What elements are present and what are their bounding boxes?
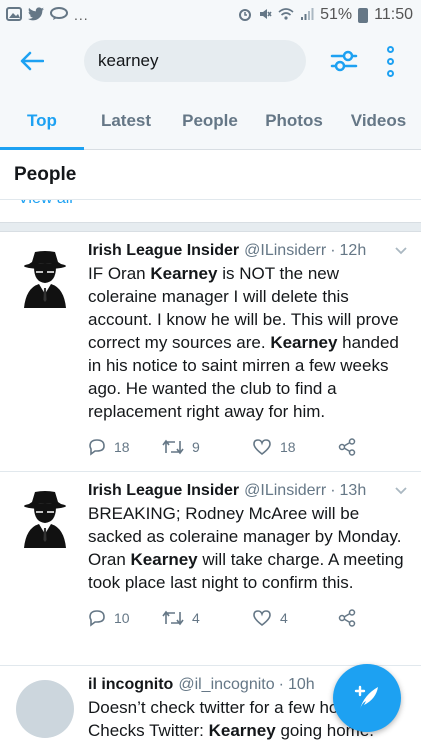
vertical-dot-icon [386, 57, 394, 65]
tab-photos[interactable]: Photos [252, 92, 336, 149]
tweet-card[interactable]: Irish League Insider @ILinsiderr · 12h I… [0, 232, 421, 472]
heart-icon [253, 439, 271, 456]
like-count: 4 [280, 610, 288, 626]
view-all-link[interactable]: View all [0, 200, 421, 222]
tab-videos[interactable]: Videos [336, 92, 421, 149]
share-button[interactable] [338, 609, 356, 627]
more-options-button[interactable] [380, 41, 400, 81]
like-button[interactable]: 4 [252, 609, 338, 627]
retweet-icon [162, 610, 184, 626]
tab-latest[interactable]: Latest [84, 92, 168, 149]
tweet-text: BREAKING; Rodney McAree will be sacked a… [88, 504, 404, 592]
like-button[interactable]: 18 [252, 438, 338, 456]
like-count: 18 [280, 439, 296, 455]
mute-icon [258, 7, 272, 24]
section-divider [0, 222, 421, 232]
twitter-bird-icon [28, 6, 44, 24]
tweet-actions: 18 9 18 [88, 423, 409, 471]
search-tabs: Top Latest People Photos Videos [0, 92, 421, 150]
gallery-icon [6, 6, 22, 24]
reply-button[interactable]: 10 [88, 609, 162, 627]
spy-silhouette-icon [24, 491, 66, 548]
author-name[interactable]: Irish League Insider [88, 482, 239, 500]
tweet-text: IF Oran Kearney is NOT the new coleraine… [88, 264, 399, 421]
author-name[interactable]: Irish League Insider [88, 242, 239, 260]
signal-icon [300, 7, 314, 24]
reply-icon [89, 439, 105, 456]
avatar[interactable] [16, 490, 74, 548]
tab-people[interactable]: People [168, 92, 252, 149]
tab-top[interactable]: Top [0, 92, 84, 150]
retweet-button[interactable]: 4 [162, 610, 252, 626]
alarm-icon [238, 7, 252, 24]
reply-count: 10 [114, 610, 130, 626]
author-name[interactable]: il incognito [88, 676, 173, 694]
compose-tweet-button[interactable] [333, 664, 401, 732]
heart-icon [253, 610, 271, 627]
search-filter-button[interactable] [328, 45, 360, 77]
arrow-left-icon [20, 51, 44, 71]
retweet-button[interactable]: 9 [162, 439, 252, 455]
clock-time: 11:50 [374, 6, 413, 23]
search-query: kearney [98, 51, 159, 70]
tweet-time: 10h [287, 676, 315, 693]
vertical-dot-icon [386, 69, 394, 77]
sliders-icon [330, 50, 358, 72]
more-notifications-icon: ... [74, 7, 89, 23]
retweet-icon [162, 439, 184, 455]
author-handle: @ILinsiderr [244, 242, 327, 259]
reply-button[interactable]: 18 [88, 438, 162, 456]
reply-count: 18 [114, 439, 130, 455]
reply-icon [89, 610, 105, 627]
battery-icon [358, 7, 369, 23]
people-section-title: People [0, 150, 421, 200]
wifi-icon [278, 7, 294, 24]
battery-percent: 51% [320, 6, 353, 23]
status-bar: ... 51% 11:50 [0, 0, 421, 30]
tweet-body: Irish League Insider @ILinsiderr · 13h B… [88, 482, 409, 665]
notification-icons: ... [6, 6, 89, 24]
chevron-down-icon[interactable] [395, 242, 409, 258]
tweet-body: Irish League Insider @ILinsiderr · 12h I… [88, 242, 409, 471]
share-button[interactable] [338, 438, 356, 456]
avatar[interactable] [16, 680, 74, 738]
message-bubble-icon [50, 6, 68, 24]
spy-silhouette-icon [24, 251, 66, 308]
tweet-time: 13h [339, 482, 367, 499]
share-icon [338, 438, 356, 456]
dot-separator: · [330, 482, 336, 499]
system-indicators: 51% 11:50 [238, 6, 413, 24]
dot-separator: · [278, 676, 284, 693]
chevron-down-icon[interactable] [395, 482, 409, 498]
tweet-time: 12h [339, 242, 367, 259]
author-handle: @il_incognito [178, 676, 275, 693]
avatar[interactable] [16, 250, 74, 308]
tweet-card[interactable]: Irish League Insider @ILinsiderr · 13h B… [0, 472, 421, 666]
vertical-dot-icon [386, 45, 394, 53]
tweet-header: Irish League Insider @ILinsiderr · 13h [88, 482, 409, 500]
search-input[interactable]: kearney [84, 40, 306, 82]
tweet-actions: 10 4 4 [88, 594, 409, 642]
feather-plus-icon [354, 685, 378, 709]
dot-separator: · [330, 242, 336, 259]
tweet-header: Irish League Insider @ILinsiderr · 12h [88, 242, 409, 260]
search-header: kearney [0, 30, 421, 92]
retweet-count: 4 [192, 610, 200, 626]
author-handle: @ILinsiderr [244, 482, 327, 499]
share-icon [338, 609, 356, 627]
back-button[interactable] [12, 41, 52, 81]
retweet-count: 9 [192, 439, 200, 455]
